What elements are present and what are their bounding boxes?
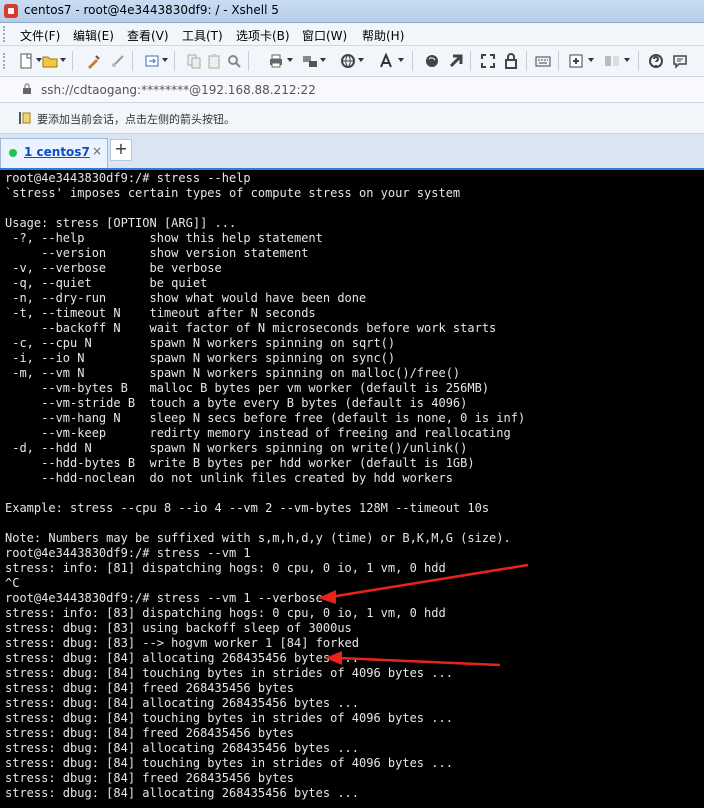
chevron-down-icon[interactable]	[162, 58, 168, 62]
paste-icon[interactable]	[206, 53, 222, 69]
terminal-line: stress: dbug: [84] allocating 268435456 …	[5, 786, 360, 800]
terminal-line: -i, --io N spawn N workers spinning on s…	[5, 351, 396, 365]
terminal-line: --vm-bytes B malloc B bytes per vm worke…	[5, 381, 490, 395]
terminal-line: stress: dbug: [84] freed 268435456 bytes	[5, 771, 294, 785]
new-file-transfer-icon[interactable]	[144, 53, 160, 69]
terminal-line: stress: info: [83] dispatching hogs: 0 c…	[5, 606, 446, 620]
find-icon[interactable]	[226, 53, 242, 69]
menubar-grip[interactable]	[3, 26, 9, 42]
toolbar-separator	[526, 51, 527, 71]
close-icon[interactable]: ×	[92, 144, 102, 158]
toolbar-separator	[470, 51, 471, 71]
toolbar-separator	[174, 51, 175, 71]
terminal-line: --vm-stride B touch a byte every B bytes…	[5, 396, 468, 410]
terminal-line: --version show version statement	[5, 246, 309, 260]
menu-bar: 文件(F) 编辑(E) 查看(V) 工具(T) 选项卡(B) 窗口(W) 帮助(…	[0, 23, 704, 46]
terminal-line: root@4e3443830df9:/# stress --vm 1 --ver…	[5, 591, 323, 605]
toolbar-separator	[638, 51, 639, 71]
tab-label[interactable]: 1 centos7	[24, 145, 90, 159]
globe-icon[interactable]	[340, 53, 356, 69]
terminal-line: root@4e3443830df9:/# stress --help	[5, 171, 251, 185]
terminal-line: -c, --cpu N spawn N workers spinning on …	[5, 336, 396, 350]
disconnect-icon[interactable]	[110, 53, 126, 69]
terminal-line: --hdd-noclean do not unlink files create…	[5, 471, 453, 485]
terminal-line: -?, --help show this help statement	[5, 231, 323, 245]
terminal-line: stress: dbug: [83] --> hogvm worker 1 [8…	[5, 636, 360, 650]
terminal-line: -q, --quiet be quiet	[5, 276, 208, 290]
terminal-line: -t, --timeout N timeout after N seconds	[5, 306, 316, 320]
terminal-line: root@4e3443830df9:/# stress --vm 1	[5, 546, 251, 560]
fullscreen-icon[interactable]	[480, 53, 496, 69]
terminal-line: Usage: stress [OPTION [ARG]] ...	[5, 216, 237, 230]
help-icon[interactable]	[648, 53, 664, 69]
terminal-line: stress: dbug: [83] using backoff sleep o…	[5, 621, 352, 635]
font-icon[interactable]	[378, 53, 394, 69]
terminal-line: stress: dbug: [84] allocating 268435456 …	[5, 696, 360, 710]
terminal-line: stress: dbug: [84] touching bytes in str…	[5, 711, 453, 725]
chevron-down-icon[interactable]	[358, 58, 364, 62]
chevron-down-icon[interactable]	[320, 58, 326, 62]
menu-help[interactable]: 帮助(H)	[362, 27, 404, 44]
toolbar-separator	[558, 51, 559, 71]
toolbar-separator	[132, 51, 133, 71]
toolbar	[0, 46, 704, 77]
add-session-arrow-icon[interactable]	[18, 111, 32, 125]
layout-icon[interactable]	[604, 53, 620, 69]
toolbar-separator	[248, 51, 249, 71]
chevron-down-icon[interactable]	[60, 58, 66, 62]
transfer-icon[interactable]	[302, 53, 318, 69]
xshell-app-icon	[4, 4, 18, 18]
chevron-down-icon[interactable]	[624, 58, 630, 62]
title-bar: centos7 - root@4e3443830df9: / - Xshell …	[0, 0, 704, 23]
copy-icon[interactable]	[186, 53, 202, 69]
menu-view[interactable]: 查看(V)	[127, 27, 169, 44]
terminal-line: -d, --hdd N spawn N workers spinning on …	[5, 441, 468, 455]
menu-edit[interactable]: 编辑(E)	[73, 27, 114, 44]
open-folder-icon[interactable]	[42, 53, 58, 69]
terminal-line: --hdd-bytes B write B bytes per hdd work…	[5, 456, 475, 470]
lock-icon[interactable]	[503, 53, 519, 69]
terminal-line: -m, --vm N spawn N workers spinning on m…	[5, 366, 461, 380]
menu-tools[interactable]: 工具(T)	[182, 27, 223, 44]
terminal-line: Note: Numbers may be suffixed with s,m,h…	[5, 531, 511, 545]
terminal-line: -n, --dry-run show what would have been …	[5, 291, 367, 305]
chevron-down-icon[interactable]	[398, 58, 404, 62]
new-tab-button[interactable]: +	[110, 139, 132, 161]
toolbar-separator	[412, 51, 413, 71]
terminal-line: --backoff N wait factor of N microsecond…	[5, 321, 497, 335]
window-title: centos7 - root@4e3443830df9: / - Xshell …	[24, 3, 279, 17]
toolbar-separator	[72, 51, 73, 71]
menu-window[interactable]: 窗口(W)	[302, 27, 347, 44]
terminal-line: stress: dbug: [84] freed 268435456 bytes	[5, 726, 294, 740]
xshell-icon[interactable]	[448, 53, 464, 69]
terminal-line: ^C	[5, 576, 20, 590]
menu-file[interactable]: 文件(F)	[20, 27, 60, 44]
chat-icon[interactable]	[672, 53, 688, 69]
lock-icon	[23, 83, 31, 94]
terminal-line: stress: dbug: [84] allocating 268435456 …	[5, 741, 360, 755]
terminal-line: --vm-keep redirty memory instead of free…	[5, 426, 511, 440]
terminal-line: --vm-hang N sleep N secs before free (de…	[5, 411, 526, 425]
chevron-down-icon[interactable]	[588, 58, 594, 62]
new-session-icon[interactable]	[18, 53, 34, 69]
terminal-line: Example: stress --cpu 8 --io 4 --vm 2 --…	[5, 501, 490, 515]
toolbar-grip[interactable]	[3, 53, 9, 69]
keyboard-icon[interactable]	[535, 53, 551, 69]
terminal-line: stress: dbug: [84] touching bytes in str…	[5, 666, 453, 680]
chevron-down-icon[interactable]	[287, 58, 293, 62]
terminal-line: -v, --verbose be verbose	[5, 261, 222, 275]
print-icon[interactable]	[268, 53, 284, 69]
add-icon[interactable]	[568, 53, 584, 69]
terminal-line: stress: info: [81] dispatching hogs: 0 c…	[5, 561, 446, 575]
menu-tabs[interactable]: 选项卡(B)	[236, 27, 290, 44]
hint-text: 要添加当前会话，点击左侧的箭头按钮。	[37, 113, 235, 126]
session-address[interactable]: ssh://cdtaogang:********@192.168.88.212:…	[41, 83, 316, 97]
terminal-line: stress: dbug: [84] freed 268435456 bytes	[5, 681, 294, 695]
properties-icon[interactable]	[86, 53, 102, 69]
terminal-line: stress: dbug: [84] touching bytes in str…	[5, 756, 453, 770]
connection-status-icon	[9, 149, 17, 157]
xftp-icon[interactable]	[424, 53, 440, 69]
terminal-line: `stress' imposes certain types of comput…	[5, 186, 461, 200]
terminal-line: stress: dbug: [84] allocating 268435456 …	[5, 651, 360, 665]
